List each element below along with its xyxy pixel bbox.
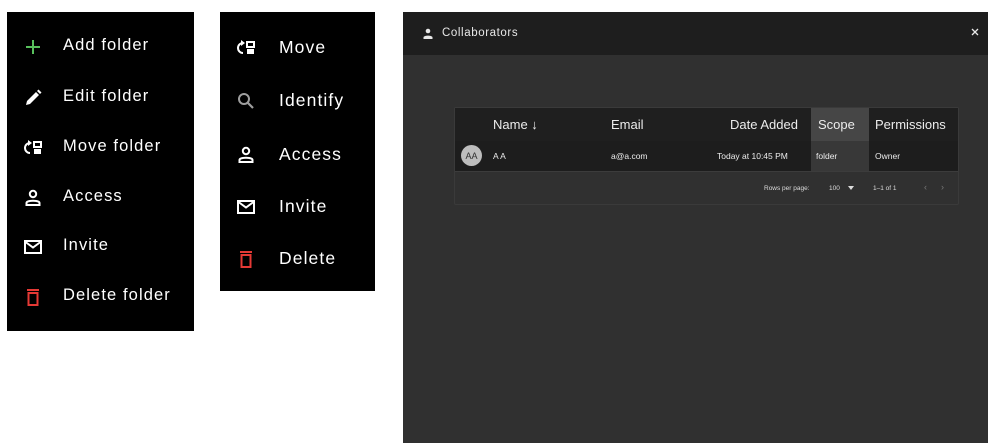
menu-item-move[interactable]: Move xyxy=(220,22,375,74)
menu-item-invite[interactable]: Invite xyxy=(7,222,194,272)
menu-item-label: Access xyxy=(279,144,343,164)
column-header-email[interactable]: Email xyxy=(611,108,644,141)
cell-permissions: Owner xyxy=(875,151,901,161)
dialog-header: Collaborators xyxy=(403,12,988,55)
folder-context-menu: Add folder Edit folder Move folder Acces… xyxy=(7,12,194,331)
menu-item-label: Invite xyxy=(279,196,328,216)
menu-item-edit-folder[interactable]: Edit folder xyxy=(7,73,194,123)
menu-item-move-folder[interactable]: Move folder xyxy=(7,123,194,173)
column-header-label: Scope xyxy=(818,117,855,132)
menu-item-identify[interactable]: Identify xyxy=(220,75,375,127)
rows-per-page-label: Rows per page: xyxy=(764,185,810,192)
table-header: Name ↓ Email Date Added Scope Permission… xyxy=(455,108,958,141)
person-icon xyxy=(236,145,256,165)
menu-item-label: Access xyxy=(63,187,123,205)
menu-item-label: Edit folder xyxy=(63,87,150,105)
person-icon xyxy=(23,188,43,208)
trash-icon xyxy=(23,287,43,307)
column-header-label: Email xyxy=(611,117,644,132)
person-icon xyxy=(422,27,434,39)
menu-item-add-folder[interactable]: Add folder xyxy=(7,22,194,72)
search-icon xyxy=(236,91,256,111)
collaborators-dialog: Collaborators Name ↓ Email Date Added Sc… xyxy=(403,12,988,443)
chevron-down-icon[interactable] xyxy=(848,186,854,191)
column-header-label: Name ↓ xyxy=(493,117,538,132)
trash-icon xyxy=(236,249,256,269)
collaborators-table: Name ↓ Email Date Added Scope Permission… xyxy=(454,107,959,205)
close-icon[interactable] xyxy=(968,25,982,39)
pagination-range: 1–1 of 1 xyxy=(873,185,897,192)
mail-icon xyxy=(236,197,256,217)
move-icon xyxy=(23,138,43,158)
cell-date-added: Today at 10:45 PM xyxy=(717,151,788,161)
mail-icon xyxy=(23,237,43,257)
column-header-name[interactable]: Name ↓ xyxy=(493,108,538,141)
column-header-label: Date Added xyxy=(730,117,798,132)
menu-item-invite[interactable]: Invite xyxy=(220,181,375,233)
cell-email: a@a.com xyxy=(611,151,648,161)
avatar: AA xyxy=(461,145,482,166)
column-header-label: Permissions xyxy=(875,117,946,132)
column-header-permissions[interactable]: Permissions xyxy=(875,108,946,141)
previous-page-button[interactable]: ‹ xyxy=(924,182,927,192)
cell-name: A A xyxy=(493,151,506,161)
dialog-title: Collaborators xyxy=(442,27,519,39)
rows-per-page-select[interactable]: 100 xyxy=(829,185,840,192)
table-row[interactable]: AA A A a@a.com Today at 10:45 PM folder … xyxy=(455,141,958,171)
cell-scope: folder xyxy=(811,141,869,171)
menu-item-label: Move xyxy=(279,37,327,57)
plus-icon xyxy=(23,37,43,57)
cell-scope-value: folder xyxy=(816,151,838,161)
menu-item-delete-folder[interactable]: Delete folder xyxy=(7,272,194,322)
column-header-scope[interactable]: Scope xyxy=(811,108,869,141)
menu-item-delete[interactable]: Delete xyxy=(220,233,375,285)
table-pagination: Rows per page: 100 1–1 of 1 ‹ › xyxy=(455,172,958,204)
menu-item-access[interactable]: Access xyxy=(7,173,194,223)
menu-item-label: Move folder xyxy=(63,137,162,155)
move-icon xyxy=(236,38,256,58)
menu-item-label: Identify xyxy=(279,90,345,110)
menu-item-label: Delete folder xyxy=(63,286,171,304)
menu-item-label: Invite xyxy=(63,236,110,254)
next-page-button[interactable]: › xyxy=(941,182,944,192)
menu-item-label: Delete xyxy=(279,248,337,268)
menu-item-access[interactable]: Access xyxy=(220,129,375,181)
menu-item-label: Add folder xyxy=(63,36,150,54)
pencil-icon xyxy=(23,88,43,108)
item-context-menu: Move Identify Access Invite Delete xyxy=(220,12,375,291)
column-header-date-added[interactable]: Date Added xyxy=(730,108,798,141)
